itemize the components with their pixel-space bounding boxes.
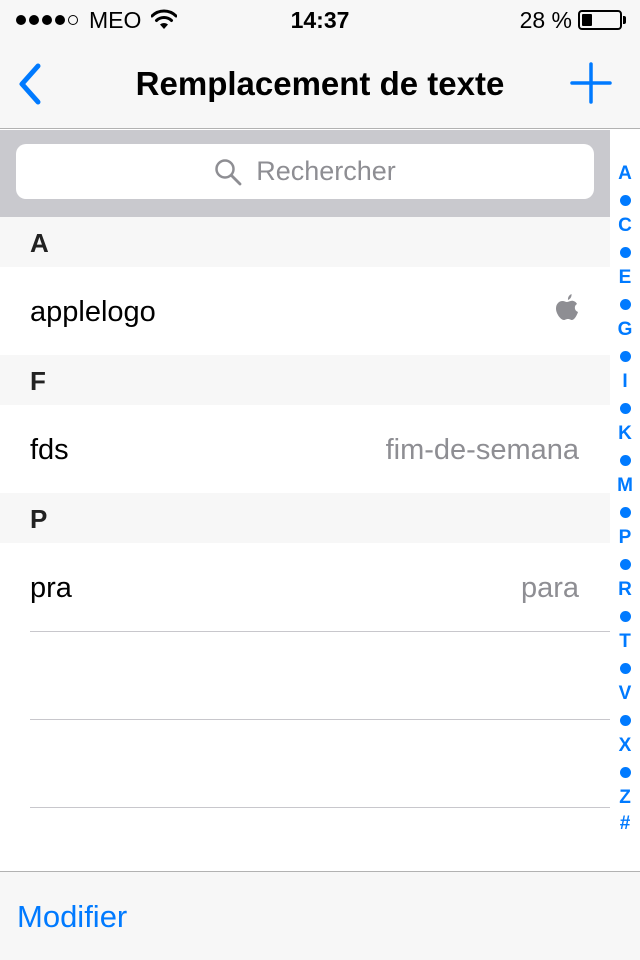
index-separator-dot[interactable] bbox=[610, 707, 640, 733]
row-separator bbox=[30, 719, 610, 720]
shortcut-replacement: fim-de-semana bbox=[385, 434, 579, 466]
index-letter-x[interactable]: X bbox=[610, 733, 640, 759]
index-letter-a[interactable]: A bbox=[610, 161, 640, 187]
index-letter-m[interactable]: M bbox=[610, 473, 640, 499]
empty-row bbox=[0, 631, 610, 719]
search-placeholder: Rechercher bbox=[256, 156, 396, 186]
index-letter-t[interactable]: T bbox=[610, 629, 640, 655]
index-letter-hash[interactable]: # bbox=[610, 811, 640, 837]
section-index-bar[interactable]: A C E G I K M P R T V X Z # bbox=[610, 161, 640, 837]
search-icon bbox=[215, 158, 242, 185]
shortcut-phrase: fds bbox=[30, 434, 69, 466]
index-separator-dot[interactable] bbox=[610, 655, 640, 681]
battery-tip bbox=[623, 16, 626, 24]
index-separator-dot[interactable] bbox=[610, 499, 640, 525]
index-letter-r[interactable]: R bbox=[610, 577, 640, 603]
status-bar: MEO 14:37 28 % bbox=[0, 0, 640, 40]
battery-level-fill bbox=[582, 14, 592, 26]
battery-icon bbox=[578, 10, 622, 30]
index-separator-dot[interactable] bbox=[610, 395, 640, 421]
list-item-pra[interactable]: pra para bbox=[0, 543, 610, 631]
page-title: Remplacement de texte bbox=[135, 65, 505, 102]
index-separator-dot[interactable] bbox=[610, 447, 640, 473]
section-header-f: F bbox=[0, 355, 610, 405]
edit-button[interactable]: Modifier bbox=[17, 897, 127, 937]
shortcut-phrase: applelogo bbox=[30, 296, 156, 328]
section-header-p: P bbox=[0, 493, 610, 543]
index-separator-dot[interactable] bbox=[610, 343, 640, 369]
section-header-a: A bbox=[0, 217, 610, 267]
index-letter-e[interactable]: E bbox=[610, 265, 640, 291]
index-letter-p[interactable]: P bbox=[610, 525, 640, 551]
row-separator bbox=[30, 807, 610, 808]
list-item-applelogo[interactable]: applelogo bbox=[0, 267, 610, 355]
index-separator-dot[interactable] bbox=[610, 187, 640, 213]
add-plus-icon[interactable] bbox=[570, 62, 612, 104]
shortcut-phrase: pra bbox=[30, 572, 72, 604]
index-separator-dot[interactable] bbox=[610, 603, 640, 629]
index-letter-v[interactable]: V bbox=[610, 681, 640, 707]
search-input[interactable]: Rechercher bbox=[16, 144, 594, 199]
navigation-bar: Remplacement de texte bbox=[0, 40, 640, 129]
list-item-fds[interactable]: fds fim-de-semana bbox=[0, 405, 610, 493]
index-separator-dot[interactable] bbox=[610, 291, 640, 317]
index-letter-g[interactable]: G bbox=[610, 317, 640, 343]
apple-logo-icon bbox=[556, 294, 578, 320]
battery-percentage: 28 % bbox=[519, 7, 572, 33]
index-letter-c[interactable]: C bbox=[610, 213, 640, 239]
index-letter-z[interactable]: Z bbox=[610, 785, 640, 811]
shortcut-list: A applelogo F fds fim-de-semana P pra pa… bbox=[0, 217, 610, 895]
index-separator-dot[interactable] bbox=[610, 551, 640, 577]
index-separator-dot[interactable] bbox=[610, 759, 640, 785]
bottom-toolbar: Modifier bbox=[0, 871, 640, 960]
empty-row bbox=[0, 719, 610, 807]
index-separator-dot[interactable] bbox=[610, 239, 640, 265]
index-letter-i[interactable]: I bbox=[610, 369, 640, 395]
index-letter-k[interactable]: K bbox=[610, 421, 640, 447]
shortcut-replacement: para bbox=[520, 572, 579, 604]
search-bar-container: Rechercher bbox=[0, 130, 610, 217]
screen: MEO 14:37 28 % Remplacement de texte Rec… bbox=[0, 0, 640, 960]
row-separator bbox=[30, 631, 610, 632]
